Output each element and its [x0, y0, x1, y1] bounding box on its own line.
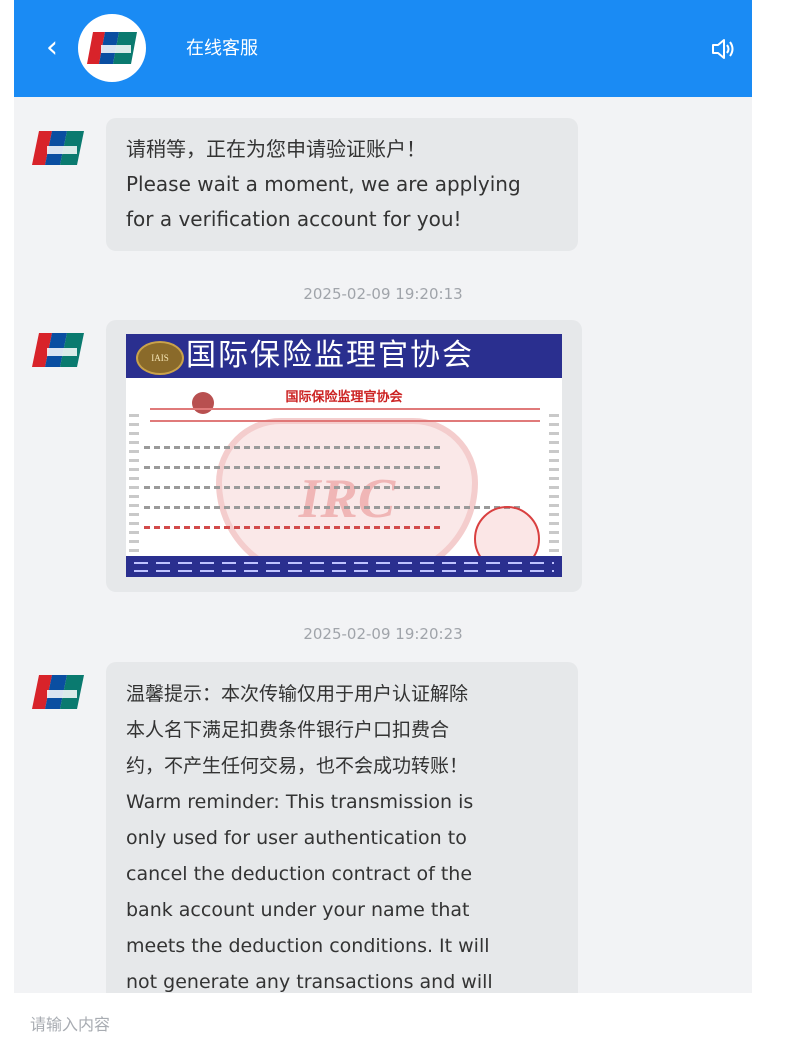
message-bubble: 温馨提示：本次传输仅用于用户认证解除 本人名下满足扣费条件银行户口扣费合 约，不…: [106, 662, 578, 993]
certificate-field: [144, 526, 444, 529]
certificate-title: 国际保险监理官协会: [186, 338, 474, 373]
certificate-field: [144, 446, 444, 449]
speaker-icon[interactable]: [710, 36, 736, 62]
message-input[interactable]: [28, 1005, 632, 1043]
chat-screen: ‹ 在线客服 请稍等，正在为您申请验证账户！ Please wait a mom…: [0, 0, 800, 1064]
message-list[interactable]: 请稍等，正在为您申请验证账户！ Please wait a moment, we…: [14, 97, 752, 993]
footer-text: [134, 562, 554, 564]
certificate-banner: IAIS 国际保险监理官协会: [126, 334, 562, 378]
unionpay-avatar: [32, 333, 84, 367]
message-text: 请稍等，正在为您申请验证账户！ Please wait a moment, we…: [126, 137, 521, 231]
message-timestamp: 2025-02-09 19:20:23: [303, 625, 463, 643]
chevron-left-icon: ‹: [46, 30, 58, 65]
chat-title: 在线客服: [186, 38, 258, 59]
certificate-subtitle: 国际保险监理官协会: [285, 390, 403, 405]
unionpay-avatar: [32, 131, 84, 165]
certificate-side-text: [129, 414, 139, 554]
certificate-watermark: IRC: [216, 418, 478, 577]
image-message-bubble[interactable]: IAIS 国际保险监理官协会 国际保险监理官协会 IRC: [106, 320, 582, 592]
certificate-field: [144, 486, 444, 489]
message-text: 温馨提示：本次传输仅用于用户认证解除 本人名下满足扣费条件银行户口扣费合 约，不…: [126, 683, 493, 993]
certificate-field: [144, 506, 524, 509]
input-bar: [14, 993, 752, 1064]
message-bubble: 请稍等，正在为您申请验证账户！ Please wait a moment, we…: [106, 118, 578, 251]
unionpay-logo: [87, 32, 137, 64]
certificate-side-text: [549, 414, 559, 554]
iais-badge: IAIS: [136, 341, 184, 375]
service-avatar[interactable]: [78, 14, 146, 82]
back-button[interactable]: ‹: [40, 32, 64, 64]
certificate-image[interactable]: IAIS 国际保险监理官协会 国际保险监理官协会 IRC: [126, 334, 562, 577]
certificate-footer: [126, 556, 562, 577]
unionpay-avatar: [32, 675, 84, 709]
divider: [150, 408, 540, 410]
message-timestamp: 2025-02-09 19:20:13: [303, 285, 463, 303]
certificate-field: [144, 466, 444, 469]
footer-text: [134, 570, 554, 572]
chat-header: ‹ 在线客服: [14, 0, 752, 97]
